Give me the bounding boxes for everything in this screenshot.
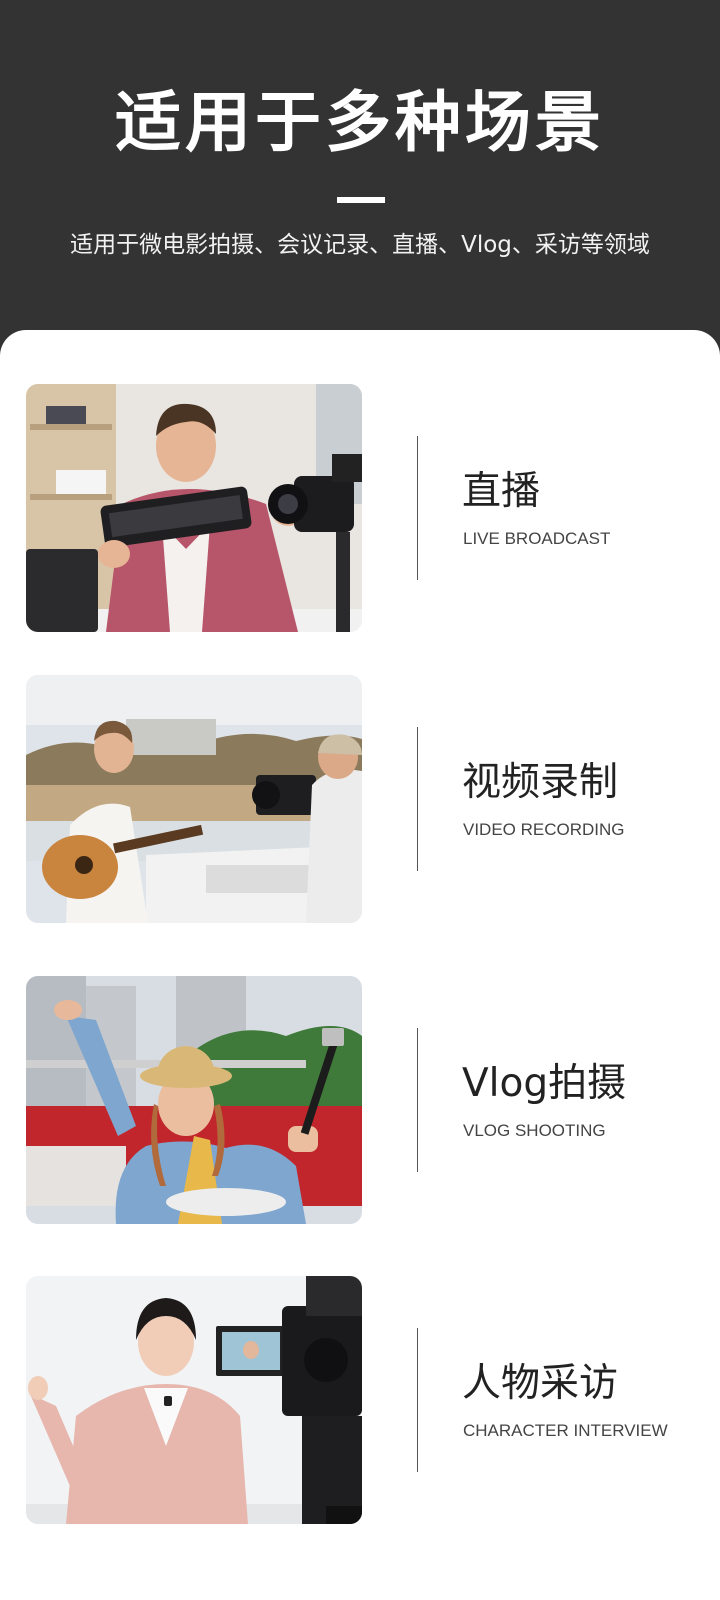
- title-divider: [337, 197, 385, 203]
- scene-title: 视频录制: [462, 760, 619, 805]
- scene-item-live-broadcast: 直播 LIVE BROADCAST: [0, 384, 720, 632]
- scene-item-character-interview: 人物采访 CHARACTER INTERVIEW: [0, 1276, 720, 1524]
- scene-title: 人物采访: [462, 1361, 619, 1406]
- scene-subtitle: VLOG SHOOTING: [463, 1121, 606, 1140]
- live-broadcast-photo: [26, 384, 362, 632]
- scene-item-video-recording: 视频录制 VIDEO RECORDING: [0, 675, 720, 923]
- scene-divider: [417, 1028, 418, 1172]
- video-recording-photo: [26, 675, 362, 923]
- scene-subtitle: LIVE BROADCAST: [463, 529, 611, 548]
- page-subtitle: 适用于微电影拍摄、会议记录、直播、Vlog、采访等领域: [70, 232, 650, 258]
- vlog-shooting-photo: [26, 976, 362, 1224]
- scene-item-vlog-shooting: Vlog拍摄 VLOG SHOOTING: [0, 976, 720, 1224]
- scene-subtitle: CHARACTER INTERVIEW: [463, 1421, 668, 1440]
- scene-divider: [417, 436, 418, 580]
- character-interview-photo: [26, 1276, 362, 1524]
- scenes-panel: 直播 LIVE BROADCAST 视频录制 VIDEO RECORDING V…: [0, 330, 720, 1600]
- header-banner: 适用于多种场景 适用于微电影拍摄、会议记录、直播、Vlog、采访等领域: [0, 0, 720, 345]
- scene-title: 直播: [462, 469, 541, 514]
- scene-divider: [417, 727, 418, 871]
- scene-subtitle: VIDEO RECORDING: [463, 820, 625, 839]
- page-title: 适用于多种场景: [115, 84, 605, 161]
- scene-divider: [417, 1328, 418, 1472]
- scene-title: Vlog拍摄: [462, 1061, 627, 1106]
